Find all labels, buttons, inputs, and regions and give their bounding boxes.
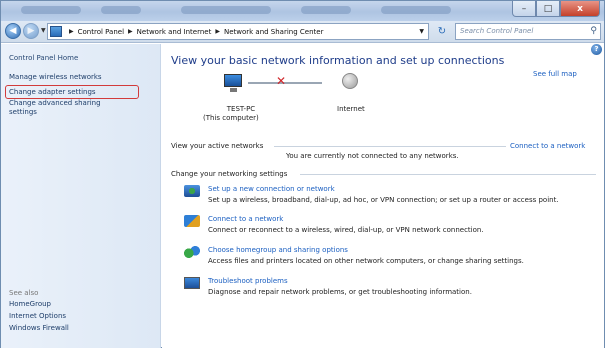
breadcrumb-network-sharing-center[interactable]: Network and Sharing Center	[224, 28, 324, 36]
forward-arrow-icon[interactable]: ▶	[23, 23, 39, 39]
homegroup-description: Access files and printers located on oth…	[208, 257, 524, 265]
back-arrow-icon[interactable]: ◀	[5, 23, 21, 39]
sidebar-item-advanced-sharing-cont[interactable]: settings	[9, 108, 37, 117]
disconnected-x-icon: ✕	[276, 74, 287, 88]
setup-connection-description: Set up a wireless, broadband, dial-up, a…	[208, 196, 559, 204]
title-bar[interactable]: – □ x	[1, 1, 604, 21]
troubleshoot-description: Diagnose and repair network problems, or…	[208, 288, 472, 296]
divider	[300, 174, 596, 175]
active-networks-title: View your active networks	[171, 142, 264, 150]
chevron-right-icon[interactable]: ▶	[69, 28, 74, 35]
connect-network-icon	[184, 215, 200, 227]
caption-buttons: – □ x	[512, 1, 600, 17]
homegroup-link[interactable]: Choose homegroup and sharing options	[208, 246, 348, 254]
blurred-title-region	[301, 6, 351, 14]
sidebar-item-homegroup[interactable]: HomeGroup	[9, 300, 51, 309]
see-also-title: See also	[9, 289, 39, 297]
close-button[interactable]: x	[560, 1, 600, 17]
computer-name: TEST-PC	[226, 105, 256, 113]
computer-subtitle: (This computer)	[203, 114, 259, 122]
search-icon[interactable]: ⚲	[590, 26, 597, 36]
blurred-title-region	[21, 6, 81, 14]
control-panel-icon	[50, 26, 62, 37]
sidebar-item-manage-wireless[interactable]: Manage wireless networks	[9, 73, 102, 82]
left-navigation-pane: Control Panel Home Manage wireless netwo…	[1, 44, 161, 348]
sidebar-item-control-panel-home[interactable]: Control Panel Home	[9, 54, 78, 63]
connect-network-link[interactable]: Connect to a network	[208, 215, 283, 223]
see-full-map-link[interactable]: See full map	[533, 70, 577, 78]
navigation-bar: ◀ ▶ ▼ ▶ Control Panel ▶ Network and Inte…	[1, 21, 604, 43]
troubleshoot-icon	[184, 277, 200, 289]
search-input[interactable]: Search Control Panel ⚲	[455, 23, 601, 40]
computer-icon	[224, 74, 242, 92]
setup-connection-icon	[184, 185, 200, 197]
sidebar-item-windows-firewall[interactable]: Windows Firewall	[9, 324, 69, 333]
divider	[274, 146, 506, 147]
blurred-title-region	[381, 6, 451, 14]
blurred-title-region	[181, 6, 271, 14]
troubleshoot-link[interactable]: Troubleshoot problems	[208, 277, 288, 285]
internet-globe-icon	[342, 73, 358, 89]
search-placeholder: Search Control Panel	[460, 27, 534, 35]
main-content: ? View your basic network information an…	[162, 44, 604, 348]
networking-settings-title: Change your networking settings	[171, 170, 288, 178]
address-bar[interactable]: ▶ Control Panel ▶ Network and Internet ▶…	[47, 23, 429, 40]
page-title: View your basic network information and …	[171, 54, 505, 67]
help-icon[interactable]: ?	[591, 44, 602, 55]
network-sharing-center-window: – □ x ◀ ▶ ▼ ▶ Control Panel ▶ Network an…	[0, 0, 605, 348]
chevron-right-icon[interactable]: ▶	[215, 28, 220, 35]
chevron-right-icon[interactable]: ▶	[128, 28, 133, 35]
setup-connection-link[interactable]: Set up a new connection or network	[208, 185, 335, 193]
refresh-icon[interactable]: ↻	[431, 23, 453, 40]
chevron-down-icon[interactable]: ▼	[41, 27, 46, 34]
internet-label: Internet	[337, 105, 365, 113]
breadcrumb-network-and-internet[interactable]: Network and Internet	[137, 28, 212, 36]
connect-network-description: Connect or reconnect to a wireless, wire…	[208, 226, 484, 234]
not-connected-message: You are currently not connected to any n…	[286, 152, 459, 160]
chevron-down-icon[interactable]: ▼	[419, 28, 424, 35]
connect-to-network-link[interactable]: Connect to a network	[510, 142, 585, 150]
sidebar-item-internet-options[interactable]: Internet Options	[9, 312, 66, 321]
maximize-button[interactable]: □	[536, 1, 560, 17]
sidebar-item-advanced-sharing[interactable]: Change advanced sharing	[9, 99, 101, 108]
sidebar-item-change-adapter[interactable]: Change adapter settings	[9, 88, 96, 97]
minimize-button[interactable]: –	[512, 1, 536, 17]
blurred-title-region	[101, 6, 141, 14]
breadcrumb-control-panel[interactable]: Control Panel	[78, 28, 124, 36]
homegroup-icon	[184, 246, 200, 258]
